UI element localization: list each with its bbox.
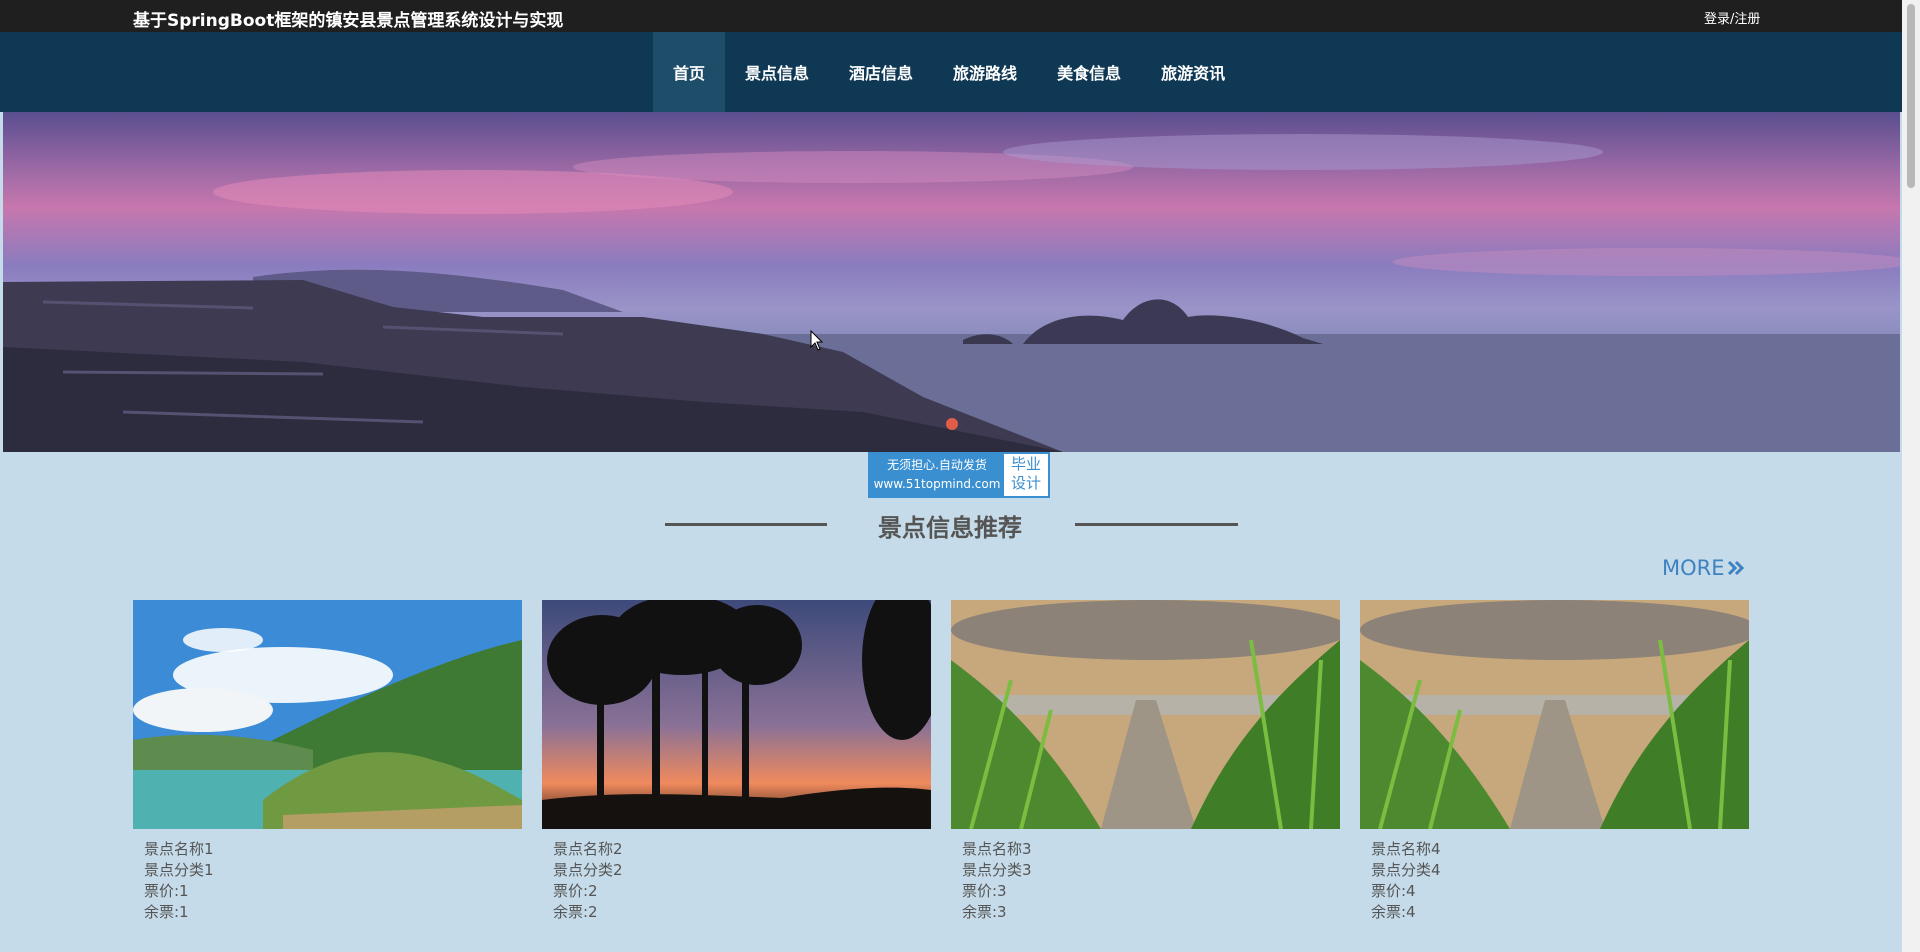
attraction-image-3[interactable] <box>951 600 1340 829</box>
attraction-image-2[interactable] <box>542 600 931 829</box>
section-title-right-rule <box>1075 523 1238 526</box>
watermark-badge: 无须担心.自动发货 www.51topmind.com 毕业 设计 <box>868 452 1050 498</box>
nav-item-attractions[interactable]: 景点信息 <box>725 32 829 112</box>
attraction-category: 景点分类1 <box>144 861 214 879</box>
double-chevron-right-icon <box>1727 560 1744 576</box>
nav-item-home[interactable]: 首页 <box>653 32 726 112</box>
watermark-line2: www.51topmind.com <box>873 477 1001 491</box>
watermark-side1: 毕业 <box>1010 455 1041 473</box>
attraction-remaining-tickets: 余票:3 <box>962 903 1007 921</box>
attraction-image-1[interactable] <box>133 600 522 829</box>
section-title-left-rule <box>665 523 827 526</box>
page-scrollbar[interactable] <box>1902 0 1920 952</box>
attraction-price: 票价:4 <box>1371 882 1416 900</box>
attraction-card-4[interactable]: 景点名称4 景点分类4 票价:4 余票:4 <box>1360 600 1749 923</box>
attraction-card-1[interactable]: 景点名称1 景点分类1 票价:1 余票:1 <box>133 600 522 923</box>
hero-banner-carousel[interactable] <box>3 112 1900 452</box>
nav-item-hotels[interactable]: 酒店信息 <box>829 32 933 112</box>
attraction-card-2[interactable]: 景点名称2 景点分类2 票价:2 余票:2 <box>542 600 931 923</box>
section-title: 景点信息推荐 <box>878 514 1022 542</box>
nav-item-food[interactable]: 美食信息 <box>1037 32 1141 112</box>
attraction-remaining-tickets: 余票:1 <box>144 903 189 921</box>
watermark-side2: 设计 <box>1010 474 1041 492</box>
watermark-line1: 无须担心.自动发货 <box>887 458 987 472</box>
attraction-category: 景点分类4 <box>1371 861 1441 879</box>
nav-item-routes[interactable]: 旅游路线 <box>933 32 1037 112</box>
attraction-price: 票价:1 <box>144 882 189 900</box>
attraction-name: 景点名称2 <box>553 840 623 858</box>
more-link[interactable]: MORE <box>1662 556 1745 580</box>
attraction-category: 景点分类2 <box>553 861 623 879</box>
login-register-link[interactable]: 登录/注册 <box>1704 8 1760 27</box>
banner-seascape-image <box>3 134 1900 452</box>
attraction-category: 景点分类3 <box>962 861 1032 879</box>
top-bar: 基于SpringBoot框架的镇安县景点管理系统设计与实现 登录/注册 <box>0 0 1902 32</box>
carousel-indicator-dot[interactable] <box>946 418 958 430</box>
attraction-remaining-tickets: 余票:2 <box>553 903 598 921</box>
attraction-price: 票价:2 <box>553 882 598 900</box>
attraction-image-4[interactable] <box>1360 600 1749 829</box>
attraction-remaining-tickets: 余票:4 <box>1371 903 1416 921</box>
attraction-card-3[interactable]: 景点名称3 景点分类3 票价:3 余票:3 <box>951 600 1340 923</box>
attraction-name: 景点名称4 <box>1371 840 1441 858</box>
site-title: 基于SpringBoot框架的镇安县景点管理系统设计与实现 <box>133 11 564 31</box>
attraction-name: 景点名称1 <box>144 840 214 858</box>
nav-item-news[interactable]: 旅游资讯 <box>1141 32 1245 112</box>
more-label: MORE <box>1662 556 1725 580</box>
scrollbar-thumb[interactable] <box>1907 4 1915 188</box>
main-nav: 首页 景点信息 酒店信息 旅游路线 美食信息 旅游资讯 <box>0 32 1902 112</box>
mouse-cursor-icon <box>810 330 824 351</box>
attraction-name: 景点名称3 <box>962 840 1032 858</box>
attraction-price: 票价:3 <box>962 882 1007 900</box>
